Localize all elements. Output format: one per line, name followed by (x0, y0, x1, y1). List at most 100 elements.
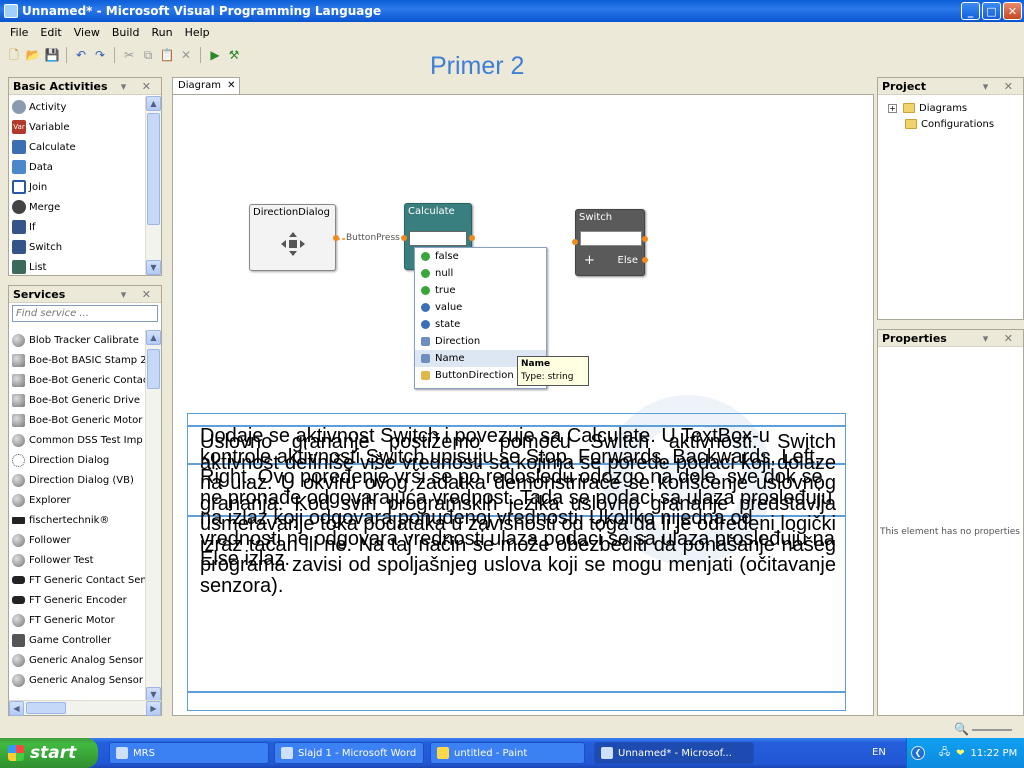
scroll-up-icon[interactable]: ▲ (146, 96, 161, 111)
dropdown-item[interactable]: null (415, 265, 546, 282)
value-icon (421, 303, 430, 312)
add-case-button[interactable]: + (584, 253, 595, 268)
else-port[interactable] (642, 257, 648, 263)
activity-item-merge[interactable]: Merge (9, 197, 161, 217)
service-item[interactable]: Follower Test (9, 550, 146, 570)
service-item[interactable]: fischertechnik® (9, 510, 146, 530)
output-port[interactable] (642, 236, 648, 242)
switch-case-field[interactable] (580, 231, 642, 246)
dropdown-item[interactable]: Direction (415, 333, 546, 350)
panel-controls[interactable]: ▾ ✕ (121, 288, 161, 301)
input-port[interactable] (401, 235, 407, 241)
scroll-right-icon[interactable]: ▶ (146, 701, 161, 716)
input-port[interactable] (572, 239, 578, 245)
taskbar-item-vpl[interactable]: Unnamed* - Microsof... (594, 742, 754, 764)
dropdown-item[interactable]: false (415, 248, 546, 265)
menu-view[interactable]: View (68, 26, 106, 39)
service-item[interactable]: Generic Analog Sensor (9, 650, 146, 670)
maximize-button[interactable]: □ (982, 2, 1001, 20)
new-icon[interactable]: 🗋 (6, 47, 22, 63)
copy-icon[interactable]: ⧉ (140, 47, 156, 63)
service-item[interactable]: Direction Dialog (9, 450, 146, 470)
menu-run[interactable]: Run (145, 26, 178, 39)
service-item[interactable]: Follower (9, 530, 146, 550)
scroll-thumb[interactable] (147, 349, 160, 389)
service-item[interactable]: Game Controller (9, 630, 146, 650)
activity-item-variable[interactable]: Var Variable (9, 117, 161, 137)
service-item[interactable]: Boe-Bot BASIC Stamp 2 (9, 350, 146, 370)
delete-icon[interactable]: ✕ (178, 47, 194, 63)
open-icon[interactable]: 📂 (25, 47, 41, 63)
service-item[interactable]: Common DSS Test Imp (9, 430, 146, 450)
expand-icon[interactable]: + (888, 103, 897, 113)
scroll-down-icon[interactable]: ▼ (146, 260, 161, 275)
activity-item-if[interactable]: If (9, 217, 161, 237)
clock[interactable]: 11:22 PM (971, 748, 1018, 759)
tree-item-diagrams[interactable]: + Diagrams (888, 100, 1023, 116)
hscroll-thumb[interactable] (26, 702, 66, 714)
panel-controls[interactable]: ▾ ✕ (983, 80, 1023, 93)
activity-item-calculate[interactable]: Calculate (9, 137, 161, 157)
menu-edit[interactable]: Edit (34, 26, 67, 39)
service-item[interactable]: FT Generic Encoder (9, 590, 146, 610)
taskbar-item-paint[interactable]: untitled - Paint (430, 742, 585, 764)
service-item[interactable]: Direction Dialog (VB) (9, 470, 146, 490)
taskbar-item-word[interactable]: Slajd 1 - Microsoft Word (274, 742, 424, 764)
activity-item-switch[interactable]: Switch (9, 237, 161, 257)
activity-item-activity[interactable]: Activity (9, 97, 161, 117)
run-icon[interactable]: ▶ (207, 47, 223, 63)
activity-item-list[interactable]: List (9, 257, 161, 277)
direction-dialog-node[interactable]: DirectionDialog (249, 204, 336, 271)
start-button[interactable]: start (0, 738, 98, 768)
language-indicator[interactable]: EN (872, 747, 886, 758)
alert-icon[interactable]: ❤ (956, 748, 964, 759)
services-scrollbar[interactable]: ▲ ▼ (145, 330, 161, 702)
service-item[interactable]: Blob Tracker Calibrate (9, 330, 146, 350)
close-button[interactable]: ✕ (1003, 2, 1022, 20)
service-search-input[interactable] (12, 305, 158, 322)
scroll-up-icon[interactable]: ▲ (146, 330, 161, 345)
activities-scrollbar[interactable]: ▲ ▼ (145, 96, 161, 275)
tab-diagram[interactable]: Diagram ✕ (172, 77, 240, 94)
menu-file[interactable]: File (4, 26, 34, 39)
dropdown-item[interactable]: state (415, 316, 546, 333)
scroll-thumb[interactable] (147, 113, 160, 225)
service-item[interactable]: Explorer (9, 490, 146, 510)
service-item[interactable]: Boe-Bot Generic Contac (9, 370, 146, 390)
dropdown-item[interactable]: true (415, 282, 546, 299)
window-titlebar[interactable]: Unnamed* - Microsoft Visual Programming … (0, 0, 1024, 22)
service-item[interactable]: Boe-Bot Generic Drive (9, 390, 146, 410)
service-icon (12, 673, 25, 687)
service-item[interactable]: Generic Analog Sensor (9, 670, 146, 690)
scroll-left-icon[interactable]: ◀ (9, 701, 24, 716)
services-hscrollbar[interactable]: ◀ ▶ (9, 700, 161, 716)
panel-controls[interactable]: ▾ ✕ (983, 332, 1023, 345)
service-item[interactable]: FT Generic Contact Sen (9, 570, 146, 590)
taskbar-item-mrs[interactable]: MRS (109, 742, 269, 764)
undo-icon[interactable]: ↶ (73, 47, 89, 63)
tray-expand-icon[interactable]: ❮ (911, 746, 925, 760)
debug-run-icon[interactable]: ⚒ (226, 47, 242, 63)
switch-node[interactable]: Switch + Else (575, 209, 645, 276)
paste-icon[interactable]: 📋 (159, 47, 175, 63)
close-icon[interactable]: ✕ (227, 80, 235, 91)
service-item[interactable]: Boe-Bot Generic Motor (9, 410, 146, 430)
zoom-control[interactable]: 🔍 (954, 722, 1024, 736)
network-icon[interactable]: 🖧 (939, 745, 950, 762)
panel-controls[interactable]: ▾ ✕ (121, 80, 161, 93)
menu-help[interactable]: Help (179, 26, 216, 39)
activity-item-join[interactable]: Join (9, 177, 161, 197)
cut-icon[interactable]: ✂ (121, 47, 137, 63)
tree-item-configurations[interactable]: Configurations (888, 116, 1023, 132)
dropdown-item[interactable]: value (415, 299, 546, 316)
dropdown-item-label: value (435, 302, 463, 313)
minimize-button[interactable]: _ (961, 2, 980, 20)
save-icon[interactable]: 💾 (44, 47, 60, 63)
calculate-expression-field[interactable] (409, 231, 467, 246)
redo-icon[interactable]: ↷ (92, 47, 108, 63)
activity-item-data[interactable]: Data (9, 157, 161, 177)
service-item[interactable]: FT Generic Motor (9, 610, 146, 630)
output-port[interactable] (469, 235, 475, 241)
zoom-slider[interactable] (972, 729, 1013, 731)
menu-build[interactable]: Build (106, 26, 146, 39)
